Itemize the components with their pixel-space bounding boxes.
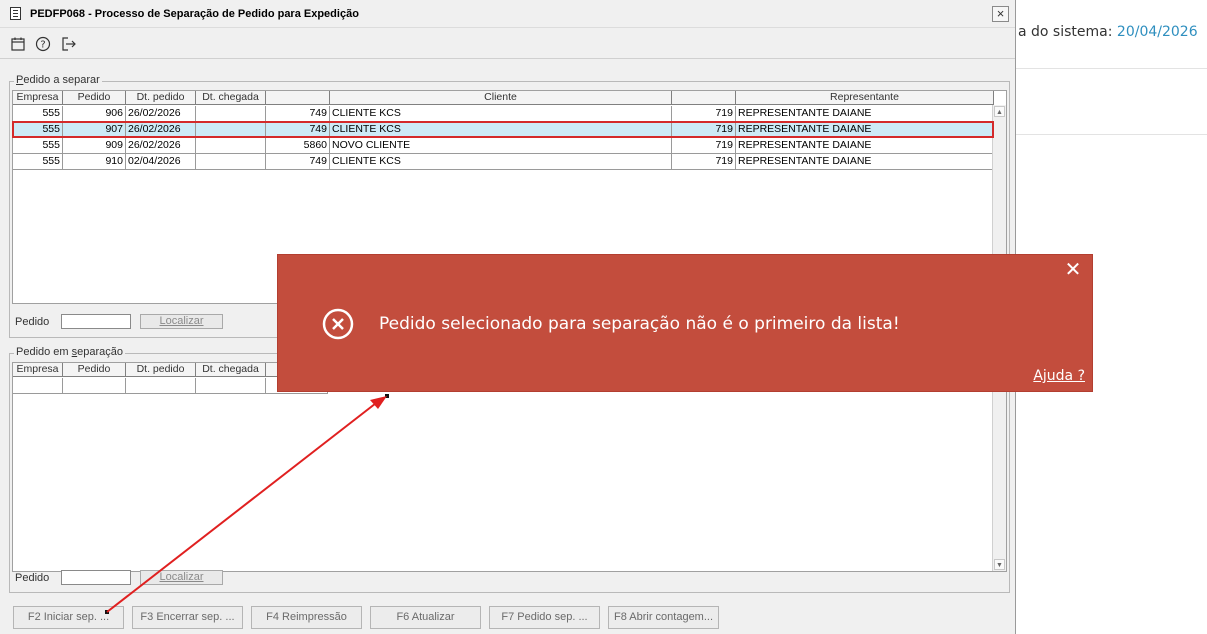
- close-icon[interactable]: ✕: [1064, 260, 1082, 280]
- search-label: Pedido: [15, 572, 50, 584]
- title-bar[interactable]: PEDFP068 - Processo de Separação de Pedi…: [0, 0, 1015, 28]
- cell-cod-rep: 719: [672, 154, 736, 170]
- f4-reimpressao-button[interactable]: F4 Reimpressão: [251, 606, 362, 629]
- system-date-text: a do sistema: 20/04/2026: [1018, 24, 1198, 40]
- cell-dt-chegada: [196, 138, 266, 154]
- cell-cod-rep: 719: [672, 106, 736, 122]
- cell-representante: REPRESENTANTE DAIANE: [736, 138, 994, 154]
- vertical-scrollbar[interactable]: ▼: [992, 377, 1006, 571]
- column-header[interactable]: Empresa: [13, 363, 63, 377]
- table-row[interactable]: 555 910 02/04/2026 749 CLIENTE KCS 719 REPRESE…: [13, 154, 994, 170]
- divider: [0, 58, 1015, 59]
- selected-row-highlight: [12, 121, 994, 138]
- cell-cliente: CLIENTE KCS: [330, 106, 672, 122]
- cell-cod-cliente: 749: [266, 154, 330, 170]
- column-header[interactable]: Dt. pedido: [126, 363, 196, 377]
- cell-dt-chegada: [196, 106, 266, 122]
- pedidos-em-separacao-table: Empresa Pedido Dt. pedido Dt. chegada ▼: [12, 362, 1007, 572]
- column-header[interactable]: Empresa: [13, 91, 63, 105]
- calendar-icon[interactable]: [10, 36, 26, 52]
- system-date-label: a do sistema:: [1018, 24, 1117, 40]
- document-icon: [10, 7, 21, 20]
- cell-cod-rep: 719: [672, 138, 736, 154]
- localizar-button[interactable]: Localizar: [140, 314, 223, 329]
- pedido-search-input[interactable]: [61, 314, 131, 329]
- column-header[interactable]: Cliente: [330, 91, 672, 105]
- cell-pedido: 906: [63, 106, 126, 122]
- cell-dt-pedido: 26/02/2026: [126, 138, 196, 154]
- column-header[interactable]: Representante: [736, 91, 994, 105]
- f2-iniciar-button[interactable]: F2 Iniciar sep. ...: [13, 606, 124, 629]
- exit-icon[interactable]: [61, 36, 77, 52]
- localizar-button[interactable]: Localizar: [140, 570, 223, 585]
- table-row[interactable]: 555 909 26/02/2026 5860 NOVO CLIENTE 719 REPRE…: [13, 138, 994, 154]
- column-header[interactable]: [672, 91, 736, 105]
- cell-pedido: 910: [63, 154, 126, 170]
- cell-dt-pedido: 26/02/2026: [126, 106, 196, 122]
- f7-pedido-button[interactable]: F7 Pedido sep. ...: [489, 606, 600, 629]
- cell-cliente: CLIENTE KCS: [330, 154, 672, 170]
- cell-pedido: 909: [63, 138, 126, 154]
- column-header[interactable]: Pedido: [63, 91, 126, 105]
- cell-empresa: 555: [13, 138, 63, 154]
- f6-atualizar-button[interactable]: F6 Atualizar: [370, 606, 481, 629]
- pedido-search-input[interactable]: [61, 570, 131, 585]
- error-icon: [322, 308, 354, 340]
- toolbar: ?: [0, 28, 1015, 58]
- group-title: Pedido a separar: [14, 74, 102, 86]
- column-header[interactable]: Dt. chegada: [196, 91, 266, 105]
- localizar-label: Localizar: [159, 315, 204, 327]
- table-header: Empresa Pedido Dt. pedido Dt. chegada Cl…: [13, 91, 994, 105]
- system-date-value: 20/04/2026: [1116, 24, 1198, 40]
- cell-empresa: 555: [13, 154, 63, 170]
- group-title: Pedido em separação: [14, 346, 126, 358]
- f3-encerrar-button[interactable]: F3 Encerrar sep. ...: [132, 606, 243, 629]
- table-row[interactable]: 555 906 26/02/2026 749 CLIENTE KCS 719 REPRESE…: [13, 106, 994, 122]
- divider: [1016, 68, 1207, 69]
- divider: [1016, 134, 1207, 135]
- help-link[interactable]: Ajuda ?: [1033, 368, 1085, 384]
- error-message: Pedido selecionado para separação não é …: [379, 314, 900, 334]
- cell-empresa: 555: [13, 106, 63, 122]
- close-window-button[interactable]: ×: [992, 6, 1009, 22]
- cell-cliente: NOVO CLIENTE: [330, 138, 672, 154]
- cell-dt-chegada: [196, 154, 266, 170]
- window-title: PEDFP068 - Processo de Separação de Pedi…: [30, 8, 359, 20]
- scroll-up-icon[interactable]: ▲: [994, 106, 1005, 117]
- search-label: Pedido: [15, 316, 50, 328]
- column-header[interactable]: Dt. pedido: [126, 91, 196, 105]
- cell-representante: REPRESENTANTE DAIANE: [736, 106, 994, 122]
- cell-representante: REPRESENTANTE DAIANE: [736, 154, 994, 170]
- column-header[interactable]: Pedido: [63, 363, 126, 377]
- cell-dt-pedido: 02/04/2026: [126, 154, 196, 170]
- f8-abrir-contagem-button[interactable]: F8 Abrir contagem...: [608, 606, 719, 629]
- cell-cod-cliente: 5860: [266, 138, 330, 154]
- column-header[interactable]: Dt. chegada: [196, 363, 266, 377]
- svg-text:?: ?: [40, 40, 45, 51]
- column-header[interactable]: [266, 91, 330, 105]
- cell-cod-cliente: 749: [266, 106, 330, 122]
- scroll-down-icon[interactable]: ▼: [994, 559, 1005, 570]
- help-icon[interactable]: ?: [35, 36, 51, 52]
- localizar-label: Localizar: [159, 571, 204, 583]
- error-toast: ✕ Pedido selecionado para separação não …: [278, 255, 1092, 391]
